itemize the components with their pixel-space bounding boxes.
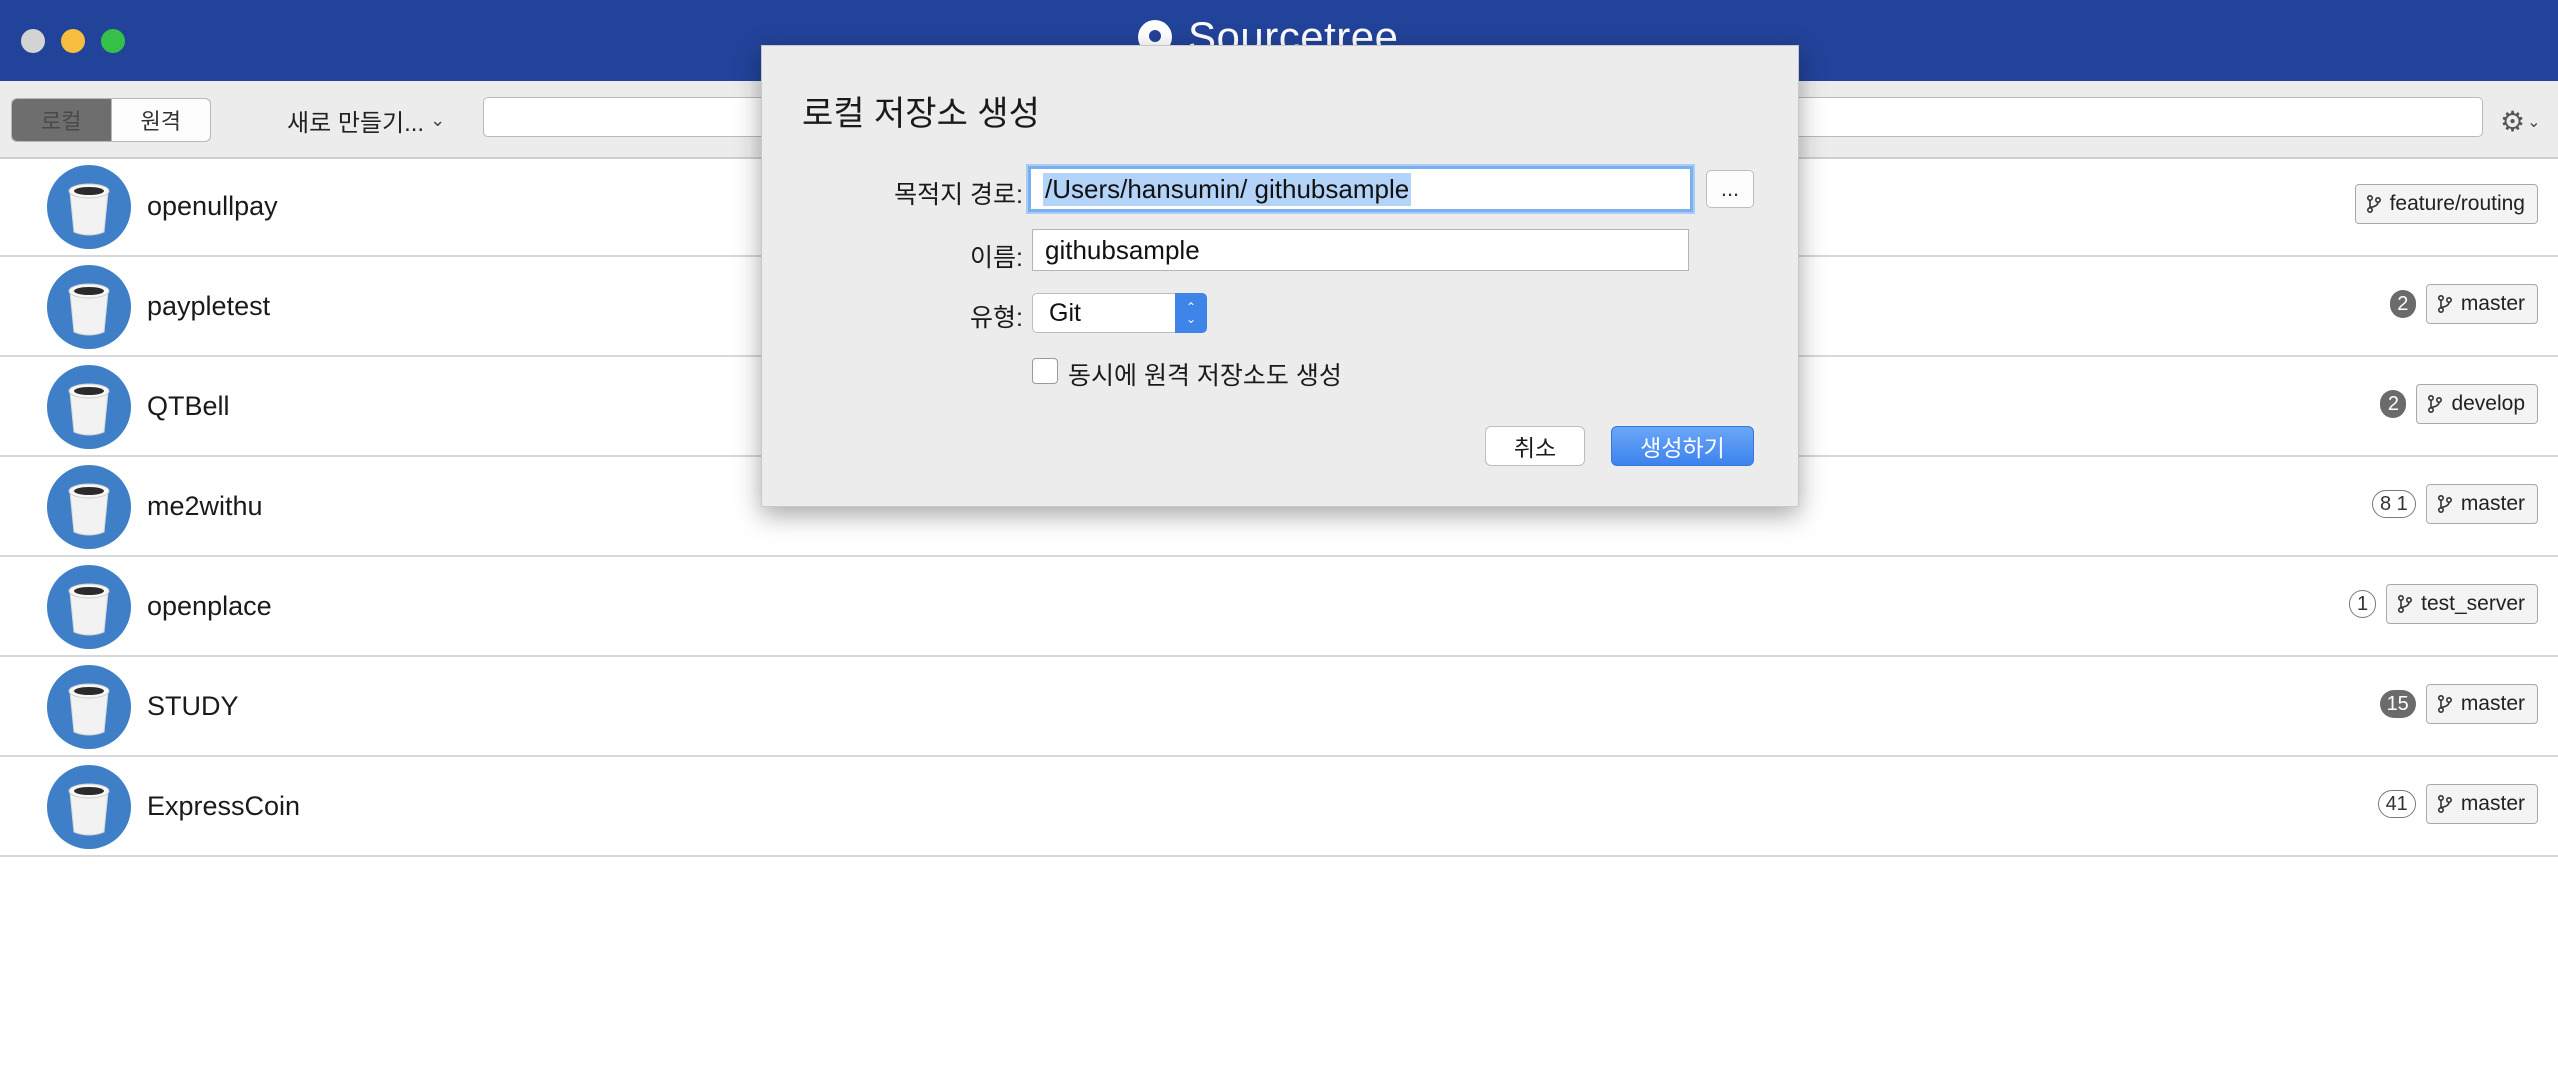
name-field[interactable]: githubsample [1032, 229, 1689, 271]
chevron-down-icon: ⌄ [2527, 113, 2541, 131]
bucket-icon [68, 483, 110, 536]
branch-name: feature/routing [2389, 192, 2525, 215]
repository-name: me2withu [147, 491, 263, 521]
create-button[interactable]: 생성하기 [1611, 426, 1754, 466]
settings-menu-button[interactable]: ⚙ ⌄ [2500, 105, 2541, 138]
dialog-title: 로컬 저장소 생성 [802, 95, 1040, 133]
destination-path-field[interactable]: /Users/hansumin/ githubsample [1028, 166, 1693, 212]
bucket-icon [68, 583, 110, 636]
create-remote-label: 동시에 원격 저장소도 생성 [1068, 362, 1342, 390]
status-badge: 1 [2349, 590, 2377, 618]
repository-status: 2 master [2389, 282, 2538, 326]
repository-name: QTBell [147, 391, 230, 421]
bucket-icon [68, 683, 110, 736]
repository-avatar [47, 565, 131, 649]
branch-icon [2366, 194, 2381, 214]
branch-name: master [2460, 292, 2525, 315]
type-label: 유형: [970, 304, 1023, 332]
current-branch-button[interactable]: master [2425, 284, 2538, 324]
gear-icon: ⚙ [2500, 106, 2526, 137]
current-branch-button[interactable]: master [2425, 484, 2538, 524]
branch-icon [2437, 794, 2452, 814]
maximize-window-button[interactable] [101, 29, 125, 53]
location-segmented-control: 로컬 원격 [11, 98, 211, 142]
branch-icon [2437, 694, 2452, 714]
repository-name: ExpressCoin [147, 791, 301, 821]
name-label: 이름: [970, 244, 1023, 272]
branch-name: master [2460, 692, 2525, 715]
repository-status: feature/routing [2354, 182, 2538, 226]
repository-status: 1 test_server [2349, 582, 2538, 626]
repository-status: 2 develop [2380, 382, 2538, 426]
name-value: githubsample [1045, 234, 1200, 265]
chevron-down-icon: ⌄ [430, 110, 446, 130]
status-badge: 8 1 [2372, 490, 2416, 518]
branch-icon [2437, 294, 2452, 314]
status-badge: 2 [2389, 290, 2416, 318]
status-badge: 15 [2379, 690, 2416, 718]
repository-row[interactable]: STUDY 15 master [0, 657, 2558, 757]
current-branch-button[interactable]: master [2425, 684, 2538, 724]
repository-avatar [47, 465, 131, 549]
repository-row[interactable]: openplace 1 test_server [0, 557, 2558, 657]
branch-name: test_server [2421, 592, 2525, 615]
create-local-repository-dialog: 로컬 저장소 생성 목적지 경로: /Users/hansumin/ githu… [761, 45, 1799, 507]
repository-status: 8 1 master [2372, 482, 2538, 526]
repository-name: STUDY [147, 691, 239, 721]
tab-local[interactable]: 로컬 [12, 99, 111, 141]
repository-status: 15 master [2379, 682, 2538, 726]
repository-name: paypletest [147, 291, 271, 321]
create-remote-checkbox[interactable] [1032, 358, 1058, 384]
repository-name: openplace [147, 591, 272, 621]
repository-name: openullpay [147, 191, 278, 221]
bucket-icon [68, 283, 110, 336]
status-badge: 41 [2377, 790, 2416, 818]
branch-icon [2437, 494, 2452, 514]
bucket-icon [68, 383, 110, 436]
current-branch-button[interactable]: test_server [2386, 584, 2538, 624]
branch-icon [2428, 394, 2443, 414]
current-branch-button[interactable]: feature/routing [2354, 184, 2538, 224]
branch-name: develop [2451, 392, 2525, 415]
repository-row[interactable]: ExpressCoin 41 master [0, 757, 2558, 857]
repository-avatar [47, 665, 131, 749]
type-value: Git [1049, 298, 1081, 327]
status-badge: 2 [2380, 390, 2407, 418]
destination-path-label: 목적지 경로: [894, 181, 1023, 209]
stepper-chevrons-icon: ⌃ ⌄ [1175, 292, 1207, 333]
new-menu-label: 새로 만들기... [287, 110, 425, 137]
branch-icon [2398, 594, 2413, 614]
cancel-button[interactable]: 취소 [1485, 426, 1585, 466]
minimize-window-button[interactable] [61, 29, 85, 53]
destination-path-value: /Users/hansumin/ githubsample [1043, 172, 1412, 206]
branch-name: master [2460, 492, 2525, 515]
repository-avatar [47, 165, 131, 249]
close-window-button[interactable] [21, 29, 45, 53]
repository-avatar [47, 765, 131, 849]
type-select[interactable]: Git ⌃ ⌄ [1032, 292, 1207, 333]
repository-status: 41 master [2377, 782, 2538, 826]
repository-avatar [47, 265, 131, 349]
new-menu-button[interactable]: 새로 만들기... ⌄ [287, 103, 445, 138]
bucket-icon [68, 183, 110, 236]
current-branch-button[interactable]: develop [2416, 384, 2538, 424]
browse-button[interactable]: ... [1706, 170, 1754, 208]
tab-remote[interactable]: 원격 [112, 99, 211, 141]
current-branch-button[interactable]: master [2425, 784, 2538, 824]
branch-name: master [2460, 792, 2525, 815]
bucket-icon [68, 783, 110, 836]
repository-avatar [47, 365, 131, 449]
